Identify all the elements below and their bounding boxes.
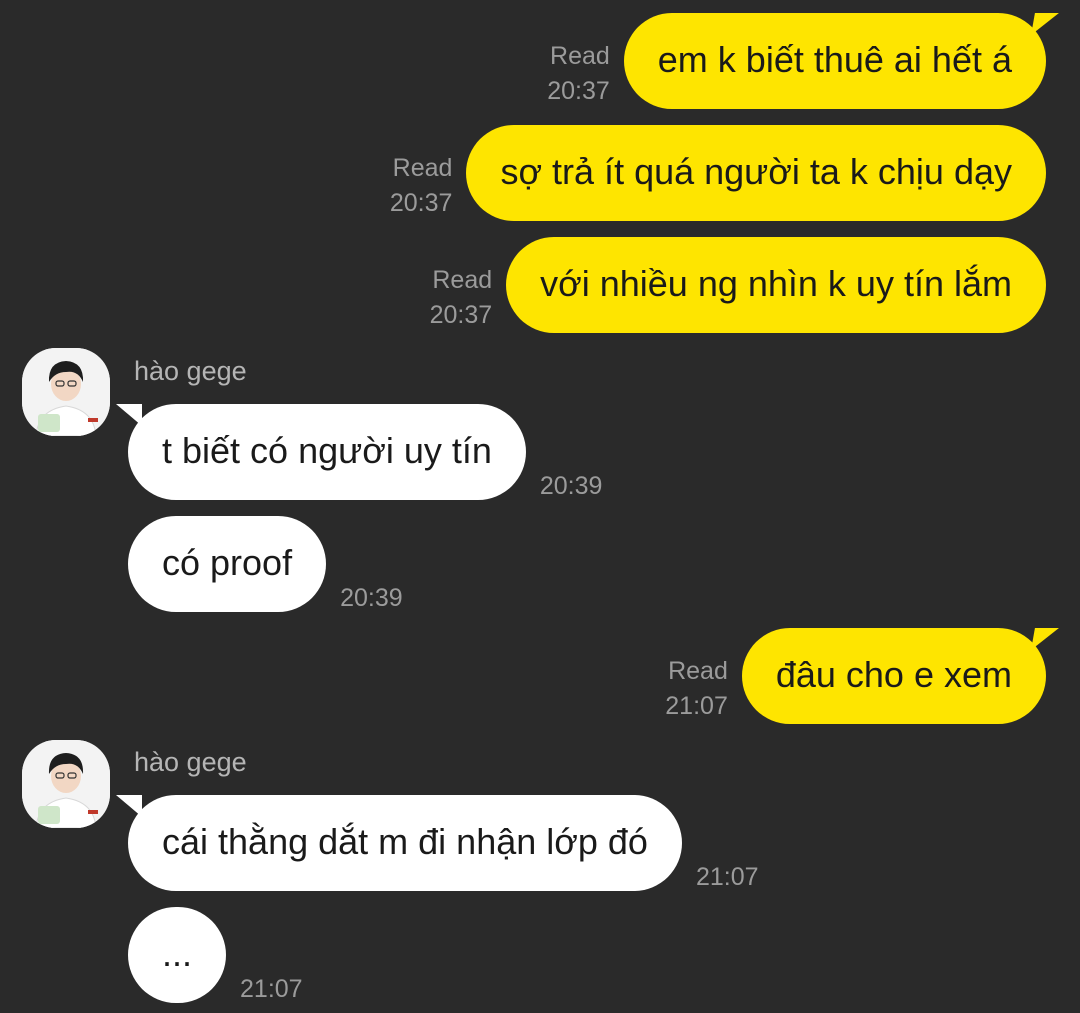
message-bubble-incoming[interactable]: t biết có người uy tín [116,404,526,500]
chat-window: Read 20:37 em k biết thuê ai hết á Read … [0,0,1080,1013]
message-row-incoming: ... 21:07 [128,907,303,1003]
message-time: 20:37 [429,301,493,329]
avatar-image [22,740,110,828]
message-meta: 20:39 [540,469,603,504]
read-status: Read [432,266,493,294]
message-bubble-outgoing[interactable]: với nhiều ng nhìn k uy tín lắm [506,237,1046,333]
message-row-outgoing: Read 21:07 đâu cho e xem [665,628,1046,724]
message-row-incoming: có proof 20:39 [128,516,403,612]
message-meta: 21:07 [696,860,759,895]
message-row-outgoing: Read 20:37 sợ trả ít quá người ta k chịu… [390,125,1046,221]
message-meta: Read 20:37 [390,151,453,221]
message-time: 21:07 [240,975,303,1003]
message-row-outgoing: Read 20:37 với nhiều ng nhìn k uy tín lắ… [430,237,1046,333]
message-meta: Read 21:07 [665,654,728,724]
message-meta: 21:07 [240,972,303,1007]
message-time: 21:07 [695,863,759,891]
read-status: Read [550,42,610,70]
read-status: Read [392,154,453,182]
message-meta: 20:39 [340,581,403,616]
avatar[interactable] [22,740,110,828]
message-time: 20:37 [389,189,453,217]
message-time: 20:39 [539,472,603,500]
sender-name: hào gege [134,356,247,386]
message-bubble-outgoing[interactable]: em k biết thuê ai hết á [623,13,1046,109]
message-row-incoming: cái thằng dắt m đi nhận lớp đó 21:07 [116,795,759,891]
message-time: 21:07 [665,692,728,720]
message-time: 20:39 [340,584,403,612]
message-row-incoming: t biết có người uy tín 20:39 [116,404,602,500]
message-meta: Read 20:37 [547,39,610,109]
message-row-outgoing: Read 20:37 em k biết thuê ai hết á [547,13,1046,109]
message-bubble-incoming[interactable]: có proof [128,516,327,612]
message-bubble-incoming[interactable]: ... [128,907,227,1003]
sender-name: hào gege [134,747,247,777]
avatar-image [22,348,110,436]
message-bubble-incoming[interactable]: cái thằng dắt m đi nhận lớp đó [116,795,682,891]
read-status: Read [668,657,728,685]
message-bubble-outgoing[interactable]: đâu cho e xem [741,628,1046,724]
message-time: 20:37 [547,77,610,105]
message-meta: Read 20:37 [430,263,493,333]
message-bubble-outgoing[interactable]: sợ trả ít quá người ta k chịu dạy [466,125,1046,221]
avatar[interactable] [22,348,110,436]
